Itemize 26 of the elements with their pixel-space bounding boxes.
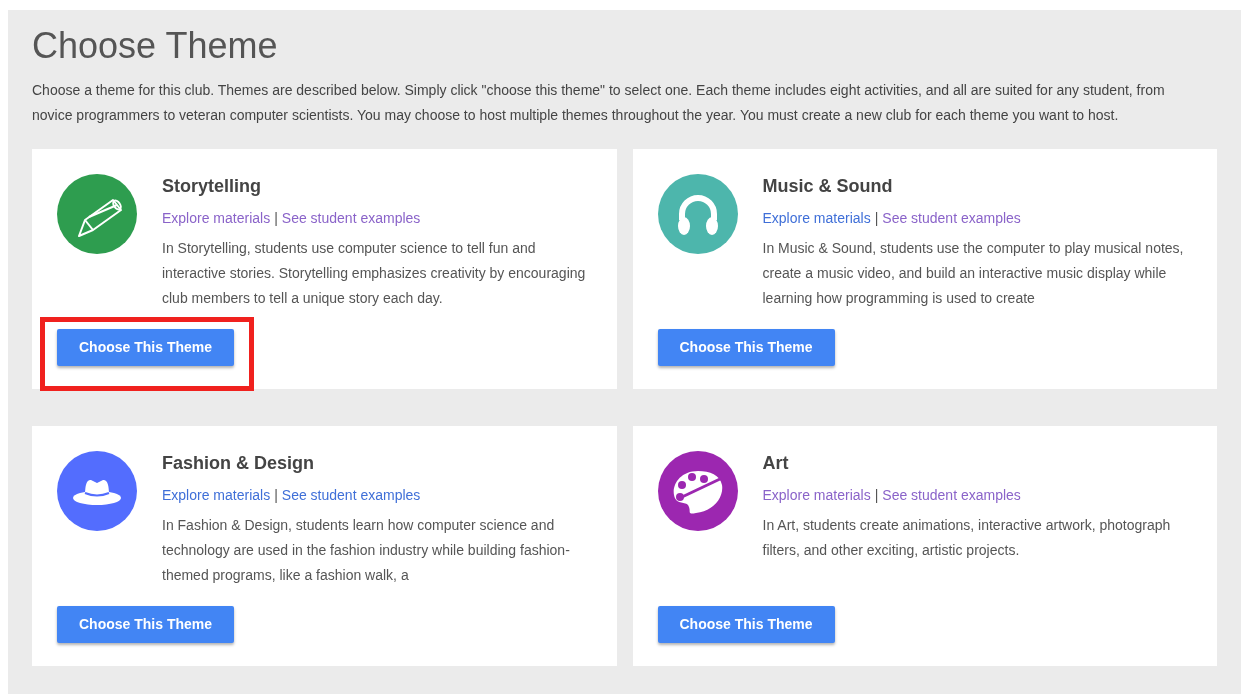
link-separator: |	[874, 486, 879, 505]
choose-theme-button[interactable]: Choose This Theme	[657, 329, 835, 366]
link-separator: |	[274, 209, 278, 228]
theme-link[interactable]: Explore materials	[762, 208, 871, 228]
theme-description: In Storytelling, students use computer science to tell fun and interactive stories. Storytelling emphasizes creativity by encouraging club members to tell a unique story each day.	[162, 239, 587, 308]
page-title: Choose Theme	[32, 30, 279, 62]
link-separator: |	[874, 209, 879, 228]
theme-link[interactable]: See student examples	[882, 485, 1021, 505]
theme-title: Art	[762, 452, 790, 474]
theme-title: Storytelling	[162, 175, 262, 197]
choose-theme-button[interactable]: Choose This Theme	[657, 606, 835, 643]
theme-link[interactable]: Explore materials	[162, 208, 271, 228]
theme-link[interactable]: Explore materials	[762, 485, 871, 505]
link-separator: |	[274, 486, 278, 505]
theme-title: Fashion & Design	[162, 452, 315, 474]
choose-theme-button[interactable]: Choose This Theme	[57, 329, 234, 366]
theme-link[interactable]: See student examples	[882, 208, 1021, 228]
theme-link[interactable]: Explore materials	[162, 485, 271, 505]
theme-description: In Art, students create animations, interactive artwork, photograph filters, and other exciting, artistic projects.	[762, 516, 1172, 560]
theme-link[interactable]: See student examples	[281, 208, 421, 228]
theme-title: Music & Sound	[762, 175, 894, 197]
intro-paragraph: Choose a theme for this club. Themes are described below. Simply click "choose this theme" to select one. Each theme includes eight activities, and all are suited for any student, from novice programmers to veteran computer scientists. You may choose to host multiple themes throughout the year. You must create a new club for each theme you want to host.	[32, 81, 1166, 125]
theme-description: In Music & Sound, students use the computer to play musical notes, create a music video, and build an interactive music display while learning how programming is used to create	[762, 239, 1185, 308]
choose-theme-button[interactable]: Choose This Theme	[57, 606, 234, 643]
theme-link[interactable]: See student examples	[281, 485, 421, 505]
theme-description: In Fashion & Design, students learn how computer science and technology are used in the fashion industry while building fashion-themed programs, like a fashion walk, a	[162, 516, 571, 585]
